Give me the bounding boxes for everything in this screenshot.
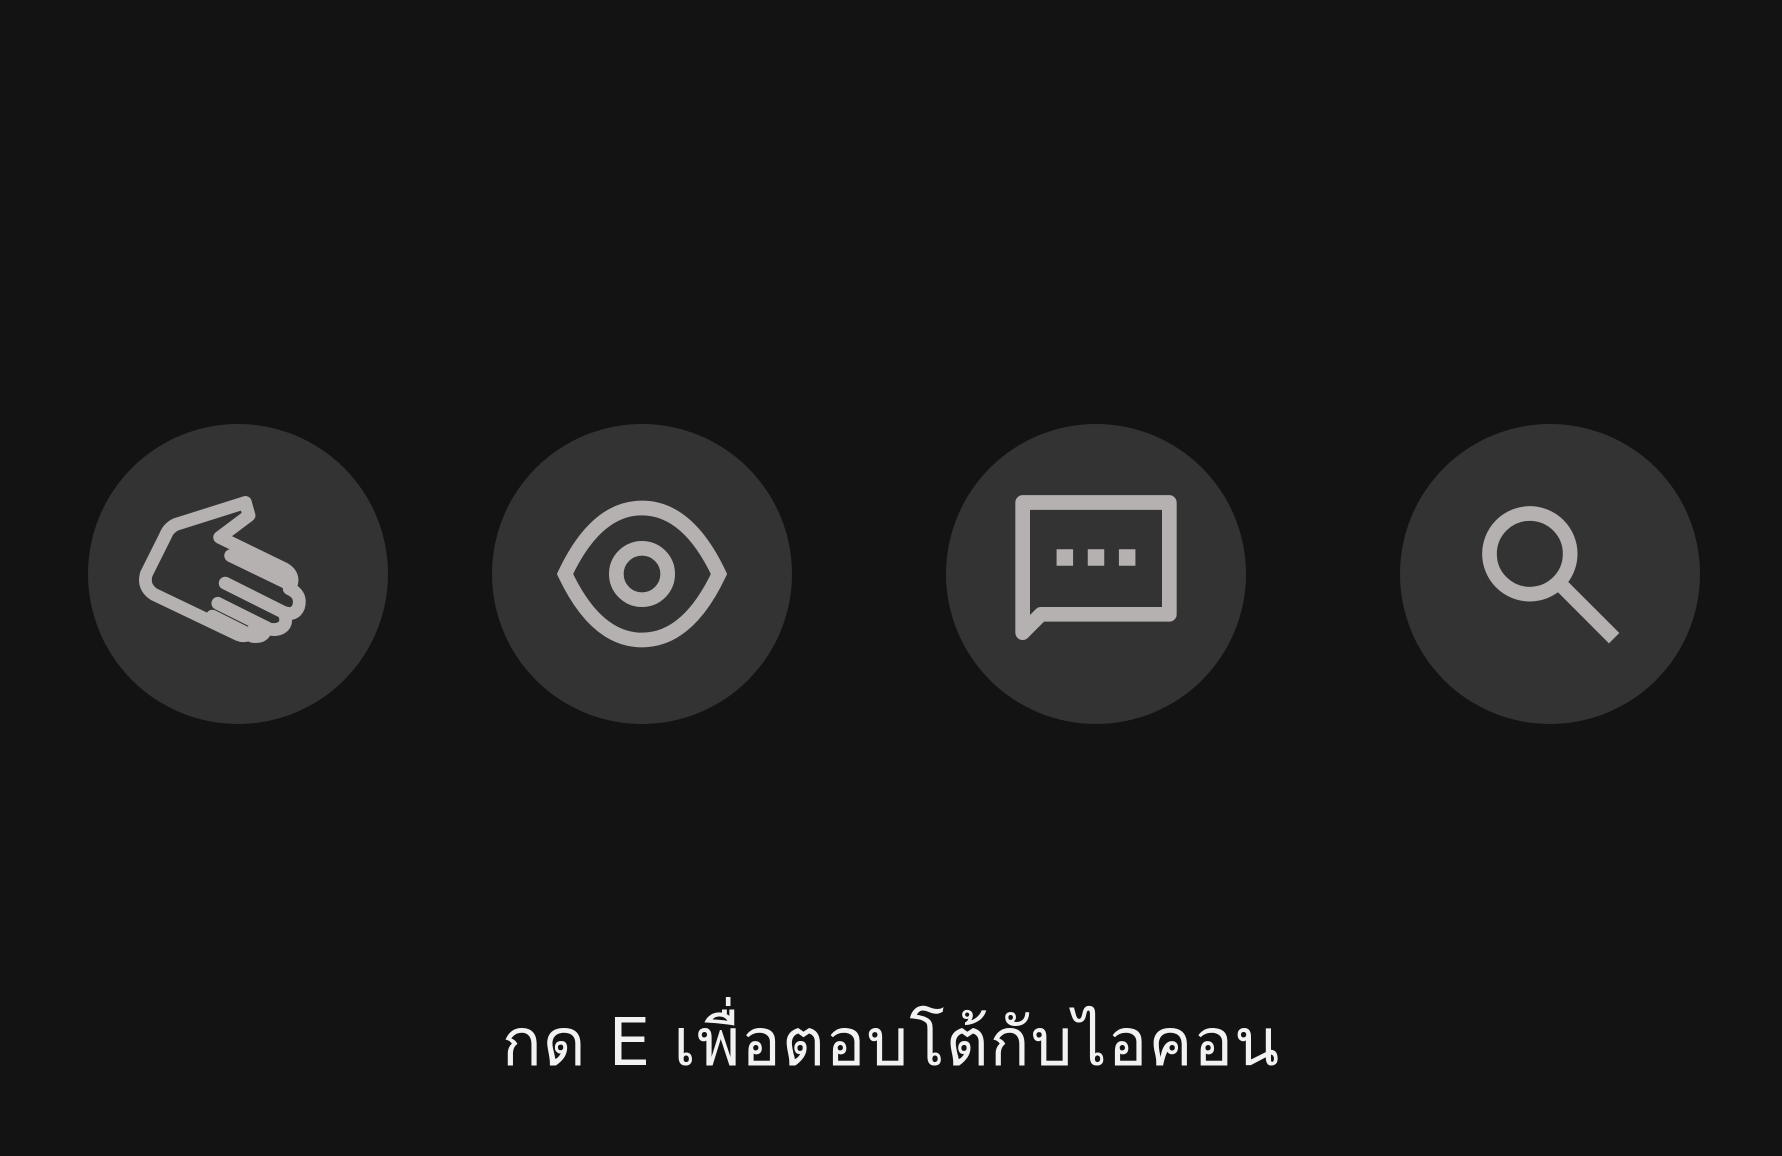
search-icon	[1482, 506, 1620, 644]
hand-icon	[139, 496, 306, 643]
interact-eye-button[interactable]	[492, 424, 792, 724]
interact-chat-button[interactable]	[946, 424, 1246, 724]
interact-hand-button[interactable]	[88, 424, 388, 724]
eye-icon	[556, 500, 728, 648]
interaction-screen: กด E เพื่อตอบโต้กับไอคอน	[0, 0, 1782, 1156]
interaction-prompt-text: กด E เพื่อตอบโต้กับไอคอน	[501, 1004, 1281, 1081]
interact-search-button[interactable]	[1400, 424, 1700, 724]
chat-bubble-icon	[1015, 495, 1177, 640]
